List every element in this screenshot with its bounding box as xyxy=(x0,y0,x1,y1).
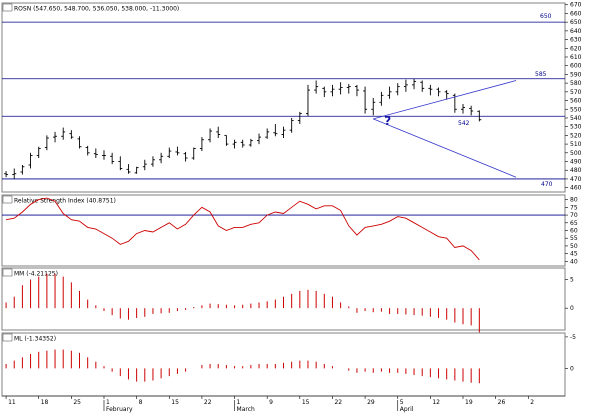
date-tick-label: 12 xyxy=(432,399,440,406)
date-tick-label: 19 xyxy=(465,399,473,406)
price-ytick-label: 540 xyxy=(570,115,582,122)
date-tick-label: 15 xyxy=(302,399,310,406)
price-title-icon xyxy=(2,3,13,12)
price-ytick-label: 610 xyxy=(570,54,582,61)
date-tick-label: 22 xyxy=(204,399,212,406)
mm-ytick-label: -5 xyxy=(570,334,576,341)
date-tick-label: 22 xyxy=(334,399,342,406)
price-ytick-label: 480 xyxy=(570,167,582,174)
ml-title-box: ML (-1.34352) xyxy=(2,333,56,343)
question-mark: ? xyxy=(384,114,391,128)
rsi-ytick-label: 40 xyxy=(570,258,578,265)
date-tick-label: 2 xyxy=(530,399,534,406)
date-tick-label: 29 xyxy=(367,399,375,406)
date-axis: 11 18 25 1 8 15 22 1 9 15 22 29 5 12 19 26 2February Marc… xyxy=(2,395,565,413)
level-label: 470 xyxy=(541,181,553,188)
price-ytick-label: 640 xyxy=(570,28,582,35)
date-tick-label: 25 xyxy=(73,399,81,406)
rsi-ytick-label: 80 xyxy=(570,197,578,204)
rsi-ytick-label: 65 xyxy=(570,220,578,227)
date-tick-label: 1 xyxy=(106,399,110,406)
month-label: April xyxy=(400,406,414,413)
ml-title-icon xyxy=(2,333,13,342)
price-ytick-label: 470 xyxy=(570,176,582,183)
price-ytick-label: 460 xyxy=(570,185,582,192)
month-label: February xyxy=(106,406,133,413)
ml-title: ML (-1.34352) xyxy=(14,336,56,343)
price-title-box: ROSN (547.650, 548.700, 536.050, 538.000… xyxy=(2,3,179,13)
rsi-ytick-label: 70 xyxy=(570,212,578,219)
ml-ytick-label: 0 xyxy=(570,365,574,372)
price-ytick-label: 580 xyxy=(570,80,582,87)
price-ytick-label: 500 xyxy=(570,150,582,157)
stock-chart: ROSN (547.650, 548.700, 536.050, 538.000… xyxy=(1,2,582,413)
date-tick-label: 8 xyxy=(139,399,143,406)
price-ytick-label: 510 xyxy=(570,141,582,148)
mm-title-box: MM (-4.21125) xyxy=(2,268,58,278)
panel-frames: ROSN (547.650, 548.700, 536.050, 538.000… xyxy=(1,2,582,397)
date-tick-label: 11 xyxy=(8,399,16,406)
level-label: 650 xyxy=(540,13,552,20)
date-tick-label: 18 xyxy=(41,399,49,406)
price-ytick-label: 650 xyxy=(570,19,582,26)
price-ytick-label: 670 xyxy=(570,2,582,9)
price-ytick-label: 600 xyxy=(570,63,582,70)
mm-ytick-label: 0 xyxy=(570,305,574,312)
month-label: March xyxy=(237,406,255,413)
price-frame xyxy=(1,2,566,193)
price-ytick-label: 620 xyxy=(570,45,582,52)
mm-ytick-label: 5 xyxy=(570,276,574,283)
price-ytick-label: 570 xyxy=(570,89,582,96)
rsi-ytick-label: 75 xyxy=(570,204,578,211)
level-label: 542 xyxy=(458,120,470,127)
price-ytick-label: 560 xyxy=(570,98,582,105)
price-ytick-label: 520 xyxy=(570,132,582,139)
date-tick-label: 15 xyxy=(171,399,179,406)
rsi-ytick-label: 50 xyxy=(570,243,578,250)
mm-title: MM (-4.21125) xyxy=(14,271,58,278)
price-ytick-label: 530 xyxy=(570,124,582,131)
date-tick-label: 1 xyxy=(237,399,241,406)
price-ytick-label: 660 xyxy=(570,10,582,17)
level-label: 585 xyxy=(535,71,547,78)
chart-window: ROSN (547.650, 548.700, 536.050, 538.000… xyxy=(0,0,590,413)
price-title: ROSN (547.650, 548.700, 536.050, 538.000… xyxy=(14,6,179,13)
rsi-title-box: Relative Strength Index (40.8751) xyxy=(2,195,116,205)
rsi-ytick-label: 60 xyxy=(570,228,578,235)
rsi-ytick-label: 55 xyxy=(570,235,578,242)
rsi-ytick-label: 45 xyxy=(570,251,578,258)
price-ytick-label: 490 xyxy=(570,159,582,166)
price-ytick-label: 630 xyxy=(570,37,582,44)
rsi-title: Relative Strength Index (40.8751) xyxy=(14,198,116,205)
rsi-title-icon xyxy=(2,195,13,204)
date-tick-label: 9 xyxy=(269,399,273,406)
date-tick-label: 26 xyxy=(498,399,506,406)
mm-title-icon xyxy=(2,268,13,277)
price-ytick-label: 550 xyxy=(570,106,582,113)
date-tick-label: 5 xyxy=(400,399,404,406)
rsi-frame xyxy=(1,194,566,267)
price-ytick-label: 590 xyxy=(570,71,582,78)
